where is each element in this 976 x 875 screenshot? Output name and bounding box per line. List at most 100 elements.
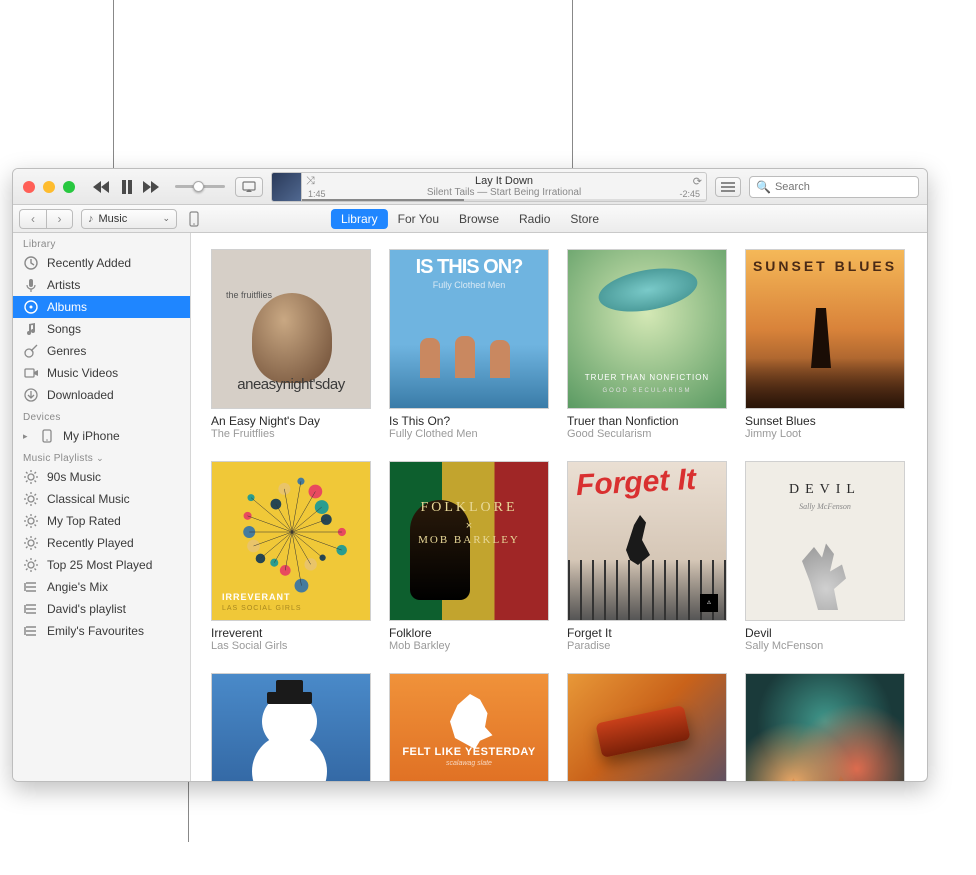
sidebar-playlist-classical-music[interactable]: Classical Music — [13, 488, 190, 510]
navigation-toolbar: ‹ › ♪ Music ⌄ Library For You Browse Rad… — [13, 205, 927, 233]
shuffle-icon[interactable]: ⤨ — [306, 175, 315, 188]
album-tile[interactable] — [567, 673, 727, 781]
album-tile[interactable]: IRREVERANTLAS SOCIAL GIRLSIrreverentLas … — [211, 461, 371, 653]
sidebar-item-label: Recently Played — [47, 536, 134, 550]
album-tile[interactable]: IS THIS ON?Fully Clothed Men Is This On?F… — [389, 249, 549, 441]
sidebar: Library Recently AddedArtistsAlbumsSongs… — [13, 233, 191, 781]
gear-icon — [23, 491, 39, 507]
list-icon — [23, 623, 39, 639]
album-title: Truer than Nonfiction — [567, 414, 727, 428]
tab-browse[interactable]: Browse — [449, 209, 509, 229]
now-playing-artist: Silent Tails — Start Being Irrational — [427, 187, 581, 198]
window-controls — [23, 181, 75, 193]
album-tile[interactable]: Forget It⚠Forget ItParadise — [567, 461, 727, 653]
previous-track-button[interactable] — [93, 181, 111, 193]
mic-icon — [23, 277, 39, 293]
album-title: Devil — [745, 626, 905, 640]
search-field[interactable]: 🔍 — [749, 176, 919, 198]
tab-store[interactable]: Store — [560, 209, 609, 229]
callout-line — [188, 782, 189, 842]
minimize-button[interactable] — [43, 181, 55, 193]
album-cover[interactable]: HOLIDAY STANDARDS — [211, 673, 371, 781]
sidebar-library-music-videos[interactable]: Music Videos — [13, 362, 190, 384]
album-artist: Good Secularism — [567, 428, 727, 441]
album-title: Folklore — [389, 626, 549, 640]
chevron-down-icon: ⌄ — [162, 213, 170, 224]
volume-slider[interactable] — [175, 185, 225, 188]
time-remaining: -2:45 — [679, 189, 700, 199]
next-track-button[interactable] — [143, 181, 161, 193]
video-icon — [23, 365, 39, 381]
album-tile[interactable]: DEVILSally McFensonDevilSally McFenson — [745, 461, 905, 653]
sidebar-item-label: My Top Rated — [47, 514, 121, 528]
play-pause-button[interactable] — [121, 180, 133, 194]
album-tile[interactable]: aneasynight'sdaythe fruitfliesAn Easy Ni… — [211, 249, 371, 441]
sidebar-library-albums[interactable]: Albums — [13, 296, 190, 318]
album-cover[interactable]: IRREVERANTLAS SOCIAL GIRLS — [211, 461, 371, 621]
up-next-button[interactable] — [715, 177, 741, 197]
sidebar-playlist-emily-s-favourites[interactable]: Emily's Favourites — [13, 620, 190, 642]
sidebar-library-artists[interactable]: Artists — [13, 274, 190, 296]
tab-library[interactable]: Library — [331, 209, 388, 229]
sidebar-item-label: Music Videos — [47, 366, 118, 380]
sidebar-item-label: Downloaded — [47, 388, 114, 402]
gear-icon — [23, 535, 39, 551]
sidebar-playlist-my-top-rated[interactable]: My Top Rated — [13, 510, 190, 532]
forward-button[interactable]: › — [46, 209, 73, 229]
album-tile[interactable]: SUNSET BLUESSunset BluesJimmy Loot — [745, 249, 905, 441]
album-artist: Mob Barkley — [389, 640, 549, 653]
search-icon: 🔍 — [756, 180, 771, 194]
chevron-down-icon[interactable]: ⌄ — [96, 453, 104, 463]
album-tile[interactable]: TRUER THAN NONFICTIONGOOD SECULARISM True… — [567, 249, 727, 441]
sidebar-item-label: Albums — [47, 300, 87, 314]
search-input[interactable] — [775, 181, 917, 193]
album-artist: Fully Clothed Men — [389, 428, 549, 441]
sidebar-library-genres[interactable]: Genres — [13, 340, 190, 362]
album-cover[interactable] — [745, 673, 905, 781]
sidebar-library-songs[interactable]: Songs — [13, 318, 190, 340]
section-tabs: Library For You Browse Radio Store — [331, 209, 609, 229]
album-cover[interactable] — [567, 673, 727, 781]
sidebar-device-my-iphone[interactable]: ▸My iPhone — [13, 425, 190, 447]
album-title: Sunset Blues — [745, 414, 905, 428]
album-cover[interactable]: DEVILSally McFenson — [745, 461, 905, 621]
sidebar-item-label: 90s Music — [47, 470, 101, 484]
sidebar-playlist-angie-s-mix[interactable]: Angie's Mix — [13, 576, 190, 598]
now-playing-artwork — [272, 173, 302, 201]
disclosure-triangle-icon[interactable]: ▸ — [23, 431, 31, 442]
tab-for-you[interactable]: For You — [388, 209, 449, 229]
maximize-button[interactable] — [63, 181, 75, 193]
disc-icon — [23, 299, 39, 315]
list-icon — [23, 601, 39, 617]
sidebar-item-label: Angie's Mix — [47, 580, 108, 594]
media-type-dropdown[interactable]: ♪ Music ⌄ — [81, 209, 177, 229]
album-cover[interactable]: FOLKLORE×MOB BARKLEY — [389, 461, 549, 621]
album-tile[interactable]: HOLIDAY STANDARDS — [211, 673, 371, 781]
connected-device-icon[interactable] — [185, 209, 203, 229]
sidebar-library-downloaded[interactable]: Downloaded — [13, 384, 190, 406]
sidebar-playlist-top-25-most-played[interactable]: Top 25 Most Played — [13, 554, 190, 576]
album-title: Is This On? — [389, 414, 549, 428]
repeat-icon[interactable]: ⟳ — [693, 175, 702, 188]
album-cover[interactable]: TRUER THAN NONFICTIONGOOD SECULARISM — [567, 249, 727, 409]
sidebar-item-label: Genres — [47, 344, 86, 358]
album-cover[interactable]: IS THIS ON?Fully Clothed Men — [389, 249, 549, 409]
album-tile[interactable]: FELT LIKE YESTERDAYscalawag slate — [389, 673, 549, 781]
album-cover[interactable]: aneasynight'sdaythe fruitflies — [211, 249, 371, 409]
clock-icon — [23, 255, 39, 271]
back-button[interactable]: ‹ — [19, 209, 46, 229]
album-cover[interactable]: Forget It⚠ — [567, 461, 727, 621]
album-cover[interactable]: SUNSET BLUES — [745, 249, 905, 409]
sidebar-playlist-90s-music[interactable]: 90s Music — [13, 466, 190, 488]
album-tile[interactable]: FOLKLORE×MOB BARKLEY FolkloreMob Barkley — [389, 461, 549, 653]
album-cover[interactable]: FELT LIKE YESTERDAYscalawag slate — [389, 673, 549, 781]
album-title: Irreverent — [211, 626, 371, 640]
sidebar-playlist-recently-played[interactable]: Recently Played — [13, 532, 190, 554]
sidebar-playlist-david-s-playlist[interactable]: David's playlist — [13, 598, 190, 620]
airplay-button[interactable] — [235, 177, 263, 197]
album-tile[interactable] — [745, 673, 905, 781]
tab-radio[interactable]: Radio — [509, 209, 560, 229]
sidebar-library-recently-added[interactable]: Recently Added — [13, 252, 190, 274]
sidebar-item-label: Top 25 Most Played — [47, 558, 152, 572]
close-button[interactable] — [23, 181, 35, 193]
